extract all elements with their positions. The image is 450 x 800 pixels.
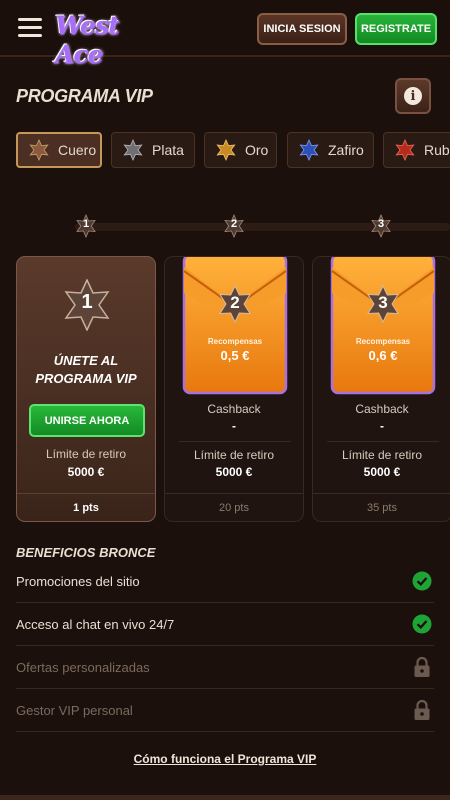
cashback-value: -	[232, 419, 236, 433]
tab-plata[interactable]: Plata	[111, 132, 195, 168]
card-points: 20 pts	[165, 493, 303, 521]
info-icon: i	[404, 87, 422, 105]
envelope-icon	[330, 257, 436, 395]
join-button[interactable]: UNIRSE AHORA	[29, 404, 145, 437]
limit-label: Límite de retiro	[45, 447, 127, 461]
benefit-item: Acceso al chat en vivo 24/7	[16, 603, 434, 646]
cashback-label: Cashback	[207, 402, 261, 416]
limit-label: Límite de retiro	[341, 448, 423, 462]
check-icon	[412, 571, 432, 591]
tab-label: Cuero	[58, 142, 97, 158]
cashback-label: Cashback	[355, 402, 409, 416]
level-number: 3	[378, 293, 388, 312]
benefit-item: Ofertas personalizadas	[16, 646, 434, 689]
level-card-1: 1 ÚNETE AL PROGRAMA VIP UNIRSE AHORA Lím…	[16, 256, 156, 522]
tab-cuero[interactable]: Cuero	[16, 132, 102, 168]
lock-icon	[414, 656, 430, 677]
card-points: 1 pts	[17, 493, 155, 521]
register-button[interactable]: REGISTRATE	[355, 13, 437, 45]
page-title: PROGRAMA VIP	[16, 86, 153, 106]
tab-label: Zafiro	[328, 142, 364, 158]
limit-value: 5000 €	[363, 465, 401, 479]
level-tabs: Cuero Plata Oro Zafiro Rubí	[0, 132, 450, 168]
star-icon	[123, 139, 143, 161]
info-button[interactable]: i	[395, 78, 431, 114]
benefits-title: BENEFICIOS BRONCE	[16, 545, 156, 560]
menu-icon[interactable]	[18, 18, 42, 38]
card-points: 35 pts	[313, 493, 450, 521]
benefit-label: Promociones del sitio	[16, 573, 140, 589]
limit-label: Límite de retiro	[193, 448, 275, 462]
bottom-bar	[0, 795, 450, 800]
progress-track	[75, 223, 450, 231]
divider	[179, 441, 291, 442]
star-icon	[216, 139, 236, 161]
benefit-label: Ofertas personalizadas	[16, 659, 150, 675]
limit-value: 5000 €	[215, 465, 253, 479]
check-icon	[412, 614, 432, 634]
lock-icon	[414, 699, 430, 720]
level-card-3: 3 Recompensas 0,6 € Cashback - Límite de…	[312, 256, 450, 522]
track-node-number: 1	[82, 218, 90, 230]
how-it-works-link[interactable]: Cómo funciona el Programa VIP	[0, 752, 450, 766]
limit-value: 5000 €	[67, 465, 105, 479]
benefit-label: Acceso al chat en vivo 24/7	[16, 616, 175, 632]
level-card-2: 2 Recompensas 0,5 € Cashback - Límite de…	[164, 256, 304, 522]
divider	[327, 441, 439, 442]
benefit-item: Promociones del sitio	[16, 560, 434, 603]
track-node-1: 1	[75, 213, 97, 239]
level-number: 2	[230, 293, 240, 312]
tab-oro[interactable]: Oro	[204, 132, 277, 168]
logo[interactable]: West Ace	[55, 9, 155, 69]
cashback-value: -	[380, 419, 384, 433]
star-icon	[395, 139, 415, 161]
benefit-item: Gestor VIP personal	[16, 689, 434, 732]
benefit-label: Gestor VIP personal	[16, 702, 133, 718]
star-icon	[299, 139, 319, 161]
tab-zafiro[interactable]: Zafiro	[287, 132, 374, 168]
star-icon	[29, 139, 49, 161]
reward-value: 0,6 €	[368, 348, 398, 363]
level-number: 1	[81, 291, 93, 313]
tab-rubi[interactable]: Rubí	[383, 132, 450, 168]
top-header: West Ace INICIA SESION REGISTRATE	[0, 0, 450, 69]
logo-text: West Ace	[55, 11, 120, 69]
reward-label: Recompensas	[207, 337, 263, 346]
track-node-3: 3	[370, 213, 392, 239]
reward-label: Recompensas	[355, 337, 411, 346]
track-node-2: 2	[223, 213, 245, 239]
tab-label: Oro	[245, 142, 269, 158]
reward-value: 0,5 €	[220, 348, 250, 363]
tab-label: Rubí	[424, 142, 450, 158]
join-title: ÚNETE AL PROGRAMA VIP	[35, 353, 137, 386]
login-button[interactable]: INICIA SESION	[257, 13, 347, 45]
track-node-number: 3	[377, 218, 385, 230]
envelope-icon	[182, 257, 288, 395]
track-node-number: 2	[230, 218, 238, 230]
tab-label: Plata	[152, 142, 184, 158]
